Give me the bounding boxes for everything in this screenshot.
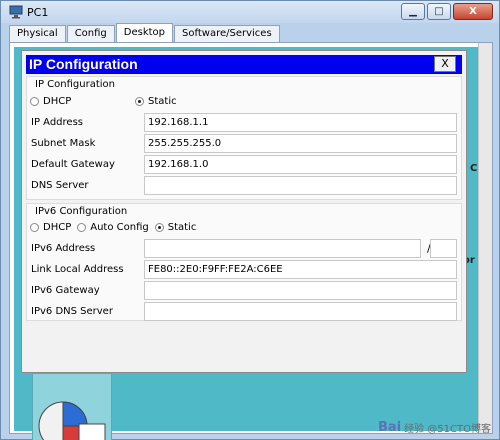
ipv4-mode-radio-group: DHCP Static — [30, 96, 177, 107]
ip-address-label: IP Address — [31, 117, 83, 128]
radio-label: Auto Config — [90, 222, 149, 233]
ipv4-dhcp-radio[interactable]: DHCP — [30, 96, 135, 107]
dialog-header: IP Configuration X — [26, 55, 462, 74]
desktop-app-icon-tile[interactable] — [32, 373, 112, 440]
vertical-scrollbar[interactable] — [478, 43, 492, 433]
ipv6-auto-config-radio[interactable]: Auto Config — [77, 222, 149, 233]
background-app-label: C — [470, 163, 478, 174]
dns-server-row: DNS Server — [27, 176, 461, 196]
link-local-address-row: Link Local Address FE80::2E0:F9FF:FE2A:C… — [27, 260, 461, 280]
radio-button-icon — [77, 223, 87, 232]
window-title: PC1 — [27, 6, 49, 19]
subnet-mask-field[interactable]: 255.255.255.0 — [144, 134, 457, 153]
radio-label: Static — [167, 222, 197, 233]
radio-label: DHCP — [43, 222, 72, 233]
watermark-text: 经验 @51CTO博客 — [404, 424, 491, 435]
ipv6-mode-radio-group: DHCP Auto Config Static — [30, 222, 196, 233]
ipv6-gateway-label: IPv6 Gateway — [31, 285, 100, 296]
ipv6-dhcp-radio[interactable]: DHCP — [30, 222, 71, 233]
dns-server-label: DNS Server — [31, 180, 89, 191]
ipv6-dns-server-row: IPv6 DNS Server — [27, 302, 461, 322]
close-button[interactable]: X — [453, 3, 493, 20]
ip-address-row: IP Address 192.168.1.1 — [27, 113, 461, 133]
watermark: Bai 经验 @51CTO博客 — [378, 420, 491, 435]
radio-button-icon — [30, 223, 39, 232]
ipv6-gateway-field[interactable] — [144, 281, 457, 300]
ip-configuration-dialog: IP Configuration X IP Configuration DHCP… — [21, 50, 467, 373]
maximize-button[interactable]: □ — [427, 3, 451, 20]
subnet-mask-row: Subnet Mask 255.255.255.0 — [27, 134, 461, 154]
dialog-close-button[interactable]: X — [434, 56, 456, 72]
app-window: PC1 ▁ □ X Physical Config Desktop Softwa… — [0, 0, 500, 440]
dns-server-field[interactable] — [144, 176, 457, 195]
ipv6-group-title: IPv6 Configuration — [35, 206, 128, 217]
watermark-logo: Bai — [377, 420, 402, 435]
dialog-title: IP Configuration — [29, 56, 138, 72]
default-gateway-row: Default Gateway 192.168.1.0 — [27, 155, 461, 175]
radio-label: DHCP — [43, 96, 72, 107]
minimize-button[interactable]: ▁ — [401, 3, 425, 20]
title-bar[interactable]: PC1 ▁ □ X — [1, 1, 499, 23]
ipv6-dns-server-label: IPv6 DNS Server — [31, 306, 113, 317]
link-local-address-field[interactable]: FE80::2E0:F9FF:FE2A:C6EE — [144, 260, 457, 279]
radio-button-selected-icon — [154, 223, 164, 232]
ipv6-address-row: IPv6 Address / — [27, 239, 461, 259]
tab-physical[interactable]: Physical — [9, 25, 66, 42]
default-gateway-label: Default Gateway — [31, 159, 115, 170]
radio-button-icon — [30, 97, 39, 106]
ipv6-dns-server-field[interactable] — [144, 302, 457, 321]
ipv4-static-radio[interactable]: Static — [135, 96, 177, 107]
window-controls: ▁ □ X — [401, 3, 493, 20]
pie-chart-app-icon — [38, 401, 106, 440]
ip-address-field[interactable]: 192.168.1.1 — [144, 113, 457, 132]
radio-label: Static — [148, 96, 177, 107]
subnet-mask-label: Subnet Mask — [31, 138, 96, 149]
tab-desktop[interactable]: Desktop — [115, 23, 174, 42]
ipv6-address-field[interactable] — [144, 239, 421, 258]
ipv4-config-group: IP Configuration DHCP Static IP Address … — [26, 76, 462, 200]
ipv6-gateway-row: IPv6 Gateway — [27, 281, 461, 301]
pc-icon — [9, 5, 23, 19]
ipv6-static-radio[interactable]: Static — [154, 222, 197, 233]
tab-bar: Physical Config Desktop Software/Service… — [9, 23, 281, 42]
ipv6-address-label: IPv6 Address — [31, 243, 96, 254]
default-gateway-field[interactable]: 192.168.1.0 — [144, 155, 457, 174]
ipv6-prefix-field[interactable] — [430, 239, 457, 258]
tab-config[interactable]: Config — [66, 25, 115, 42]
radio-button-selected-icon — [135, 97, 144, 106]
ipv6-config-group: IPv6 Configuration DHCP Auto Config Stat… — [26, 203, 462, 321]
link-local-address-label: Link Local Address — [31, 264, 124, 275]
tab-software-services[interactable]: Software/Services — [174, 25, 280, 42]
ipv4-group-title: IP Configuration — [35, 79, 115, 90]
